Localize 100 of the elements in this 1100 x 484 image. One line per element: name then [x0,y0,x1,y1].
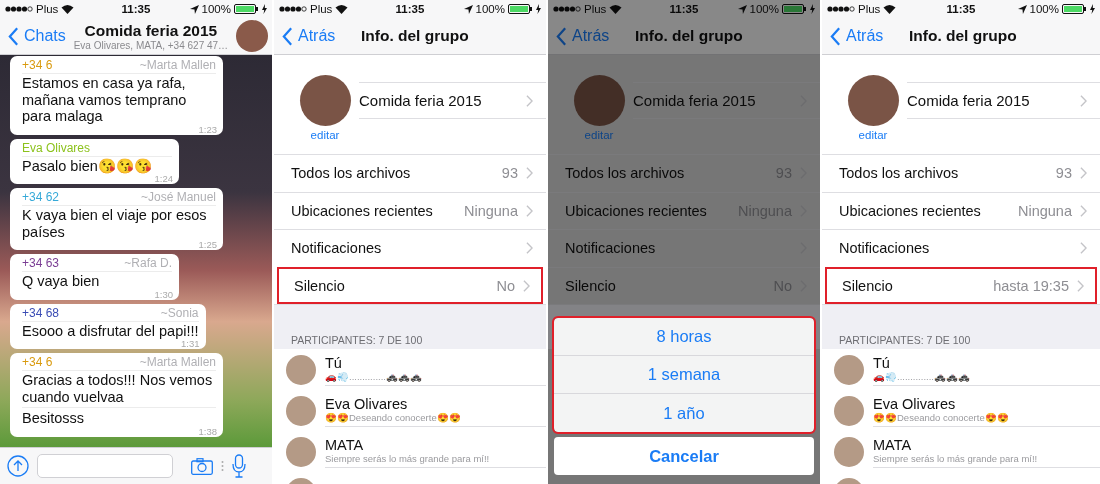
message-text: Gracias a todos!!! Nos vemos cuando vuelvaa [22,372,214,405]
battery-icon [782,4,807,14]
settings-row[interactable]: Todos los archivos 93 [822,154,1100,192]
camera-icon[interactable] [191,457,213,475]
sheet-option[interactable]: 1 año [554,394,814,432]
chevron-right-icon [1080,94,1087,107]
group-name-row[interactable]: Comida feria 2015 [633,82,820,119]
settings-row[interactable]: Todos los archivos 93 [274,154,546,192]
avatar [286,395,316,426]
sheet-option[interactable]: 8 horas [554,318,814,356]
wifi-icon [883,4,897,14]
sender-number: Eva Olivares [22,140,91,155]
message-time: 1:25 [198,239,217,250]
back-button[interactable]: Atrás [274,26,336,46]
carrier-name: Plus [584,3,607,15]
sender-number: +34 6 [22,355,53,369]
message-time: 1:23 [198,123,217,135]
participant-name[interactable]: MATA [873,437,1100,453]
chevron-right-icon [526,94,533,107]
back-button[interactable]: Atrás [822,26,884,46]
sender-name: ~Sonia [159,305,199,320]
battery-percent: 100% [475,3,505,15]
group-avatar[interactable] [847,75,899,126]
screen-title: Info. del grupo [361,27,469,45]
location-arrow-icon [1017,4,1027,14]
back-chevron-icon [8,26,19,46]
back-chevron-icon [556,26,567,46]
battery-percent: 100% [749,3,779,15]
message-text: Esooo a disfrutar del papi!!! [22,322,199,339]
avatar [286,436,316,467]
battery-percent: 100% [1029,3,1059,15]
sender-number: +34 68 [22,305,60,320]
participant-status: 🚗💨..............🚓🚓🚓 [873,371,971,382]
settings-row[interactable]: Notificaciones [822,229,1100,267]
avatar [834,436,864,467]
group-name-row[interactable]: Comida feria 2015 [907,82,1100,119]
chevron-right-icon [1080,204,1087,217]
chevron-right-icon [1080,167,1087,180]
sender-number: +34 63 [22,256,60,270]
settings-row[interactable]: Notificaciones [274,229,546,267]
settings-row[interactable]: Silencio No [277,266,543,304]
wifi-icon [609,4,623,14]
message-text: Pasalo bien😘😘😘 [22,157,153,174]
settings-row[interactable]: Ubicaciones recientes Ninguna [274,191,546,229]
more-dots-icon[interactable] [221,460,224,472]
cancel-button[interactable]: Cancelar [554,437,814,475]
upload-icon[interactable] [7,455,29,477]
carrier-name: Plus [858,3,881,15]
battery-icon [508,4,533,14]
section-header: PARTICIPANTES: 7 DE 100 [291,334,423,346]
sender-name: ~José Manuel [139,190,216,204]
signal-icon [5,6,33,12]
chevron-right-icon [1080,242,1087,255]
message-text: Besitosss [22,407,216,427]
chevron-right-icon [526,167,533,180]
settings-row[interactable]: Notificaciones [548,229,820,267]
chevron-right-icon [1077,279,1084,292]
message-input-field[interactable] [37,454,173,478]
participant-status: 🚗💨..............🚓🚓🚓 [325,371,423,382]
microphone-icon[interactable] [232,454,246,478]
edit-link[interactable]: editar [310,129,340,141]
status-time: 11:35 [121,3,151,15]
settings-row[interactable]: Ubicaciones recientes Ninguna [822,191,1100,229]
back-chevron-icon [282,26,293,46]
chat-title: Comida feria 2015 [84,21,218,40]
group-avatar[interactable] [236,20,268,52]
group-avatar[interactable] [573,75,625,126]
message-time: 1:30 [154,288,173,300]
back-button[interactable]: Chats [0,26,66,46]
participant-name[interactable]: Tú [873,355,1100,371]
participant-name[interactable]: Tú [325,355,546,371]
group-name-row[interactable]: Comida feria 2015 [359,82,546,119]
settings-row[interactable]: Silencio hasta 19:35 [825,266,1097,304]
avatar [286,354,316,385]
signal-icon [827,6,855,12]
sheet-option[interactable]: 1 semana [554,356,814,394]
edit-link[interactable]: editar [858,129,888,141]
battery-icon [234,4,259,14]
back-chevron-icon [830,26,841,46]
participant-name[interactable]: Eva Olivares [325,396,546,412]
message-time: 1:31 [181,338,200,349]
participant-name[interactable]: Eva Olivares [873,396,1100,412]
chat-subtitle: Eva Olivares, MATA, +34 627 47… [73,39,229,51]
signal-icon [279,6,307,12]
charging-bolt-icon [810,4,815,14]
sender-number: +34 6 [22,58,53,72]
location-arrow-icon [737,4,747,14]
participant-name[interactable]: MATA [325,437,546,453]
chevron-right-icon [526,242,533,255]
charging-bolt-icon [1090,4,1095,14]
participant-status: 😍😍Deseando conocerte😍😍 [873,412,1010,423]
status-time: 11:35 [669,3,699,15]
group-avatar[interactable] [299,75,351,126]
avatar [834,354,864,385]
location-arrow-icon [189,4,199,14]
sender-number: +34 62 [22,190,60,204]
section-header: PARTICIPANTES: 7 DE 100 [839,334,971,346]
message-time: 1:38 [198,425,217,437]
signal-icon [553,6,581,12]
screen-title: Info. del grupo [909,27,1017,45]
